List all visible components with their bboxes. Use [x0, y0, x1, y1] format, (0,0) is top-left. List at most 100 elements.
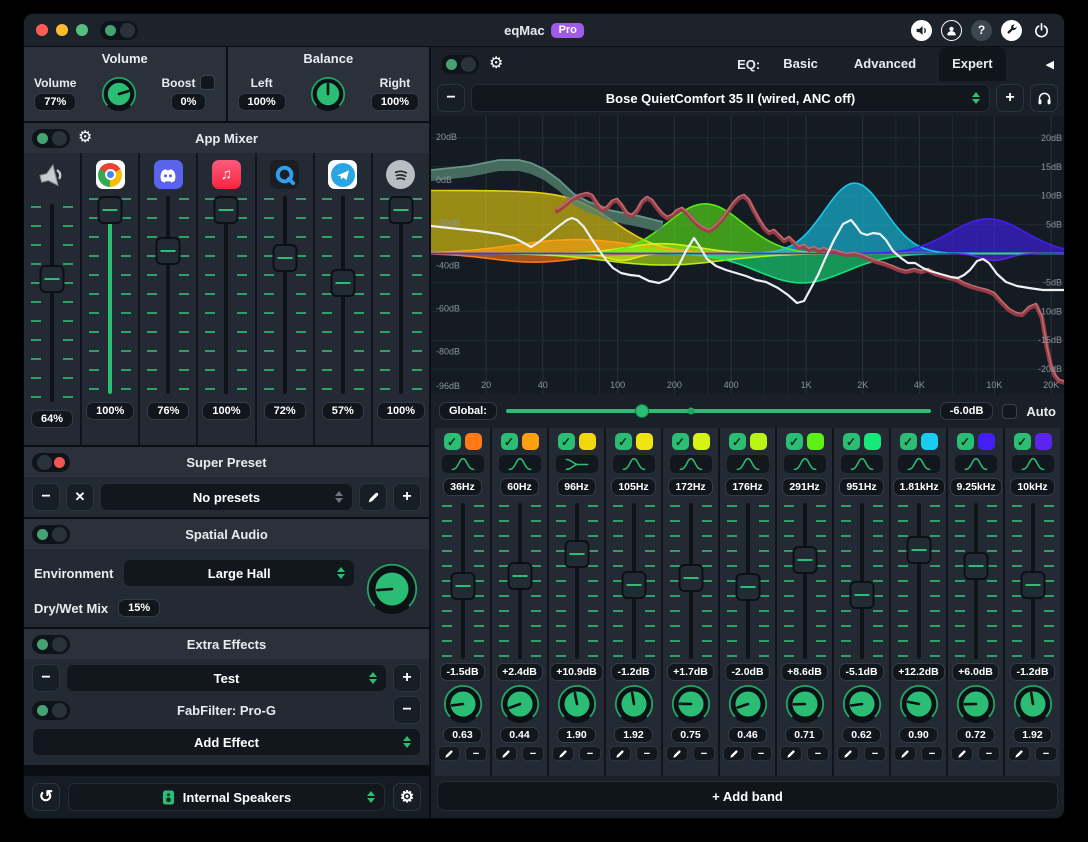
band-frequency-value[interactable]: 36Hz — [443, 478, 482, 496]
band-gain-slider-thumb[interactable] — [678, 564, 703, 592]
band-remove-button[interactable]: − — [579, 746, 601, 761]
band-enabled-checkbox[interactable]: ✓ — [843, 433, 860, 450]
band-gain-value[interactable]: -1.2dB — [1010, 663, 1054, 681]
band-edit-button[interactable] — [951, 746, 973, 761]
band-q-value[interactable]: 0.71 — [785, 727, 823, 743]
band-filter-type-button[interactable] — [669, 454, 713, 474]
discord-volume-value[interactable]: 76% — [147, 402, 189, 420]
tab-advanced[interactable]: Advanced — [841, 47, 929, 81]
band-remove-button[interactable]: − — [465, 746, 487, 761]
auto-gain-checkbox[interactable] — [1002, 404, 1017, 419]
volume-value[interactable]: 77% — [34, 93, 76, 111]
quicktime-volume-value[interactable]: 72% — [264, 402, 306, 420]
band-gain-slider[interactable] — [668, 503, 714, 659]
band-q-knob[interactable] — [670, 683, 712, 725]
band-gain-slider-thumb[interactable] — [735, 573, 760, 601]
band-gain-slider-thumb[interactable] — [963, 552, 988, 580]
eq-preset-remove-button[interactable]: − — [437, 84, 465, 112]
eq-device-dropdown[interactable]: Bose QuietComfort 35 II (wired, ANC off) — [471, 84, 990, 112]
apple-music-volume-slider[interactable] — [203, 196, 249, 394]
band-edit-button[interactable] — [837, 746, 859, 761]
band-q-value[interactable]: 1.92 — [1013, 727, 1051, 743]
collapse-panel-arrow[interactable]: ◀ — [1046, 58, 1054, 71]
band-q-knob[interactable] — [1012, 683, 1054, 725]
eq-graph[interactable]: 20dB0dB-20dB-40dB-60dB-80dB-96dB20dB15dB… — [431, 116, 1064, 394]
band-color-swatch[interactable] — [921, 433, 938, 450]
band-q-value[interactable]: 0.72 — [956, 727, 994, 743]
band-gain-slider-thumb[interactable] — [1020, 571, 1045, 599]
apple-music-volume-slider-thumb[interactable] — [214, 196, 239, 224]
band-q-value[interactable]: 0.44 — [500, 727, 538, 743]
volume-icon[interactable] — [911, 20, 932, 41]
wrench-icon[interactable] — [1001, 20, 1022, 41]
band-remove-button[interactable]: − — [636, 746, 658, 761]
app-mixer-settings-gear-icon[interactable]: ⚙ — [78, 130, 92, 146]
output-device-dropdown[interactable]: Internal Speakers — [68, 783, 385, 811]
band-remove-button[interactable]: − — [807, 746, 829, 761]
preset-add-button[interactable]: + — [393, 483, 421, 511]
eq-settings-gear-icon[interactable]: ⚙ — [489, 56, 503, 72]
band-gain-value[interactable]: +10.9dB — [550, 663, 603, 681]
discord-volume-slider[interactable] — [145, 196, 191, 394]
effect-preset-dropdown[interactable]: Test — [66, 664, 387, 692]
band-edit-button[interactable] — [552, 746, 574, 761]
band-frequency-value[interactable]: 60Hz — [500, 478, 539, 496]
apple-music-volume-value[interactable]: 100% — [202, 402, 250, 420]
boost-checkbox[interactable] — [200, 75, 215, 90]
band-enabled-checkbox[interactable]: ✓ — [900, 433, 917, 450]
close-window-button[interactable] — [36, 24, 48, 36]
band-color-swatch[interactable] — [864, 433, 881, 450]
band-remove-button[interactable]: − — [750, 746, 772, 761]
spotify-volume-slider-thumb[interactable] — [388, 196, 413, 224]
band-enabled-checkbox[interactable]: ✓ — [957, 433, 974, 450]
effect-preset-remove-button[interactable]: − — [32, 664, 60, 692]
telegram-volume-value[interactable]: 57% — [322, 402, 364, 420]
help-icon[interactable]: ? — [971, 20, 992, 41]
band-enabled-checkbox[interactable]: ✓ — [672, 433, 689, 450]
band-gain-value[interactable]: +6.0dB — [952, 663, 999, 681]
band-gain-slider-thumb[interactable] — [564, 540, 589, 568]
band-enabled-checkbox[interactable]: ✓ — [786, 433, 803, 450]
band-q-value[interactable]: 1.92 — [614, 727, 652, 743]
band-filter-type-button[interactable] — [897, 454, 941, 474]
system-audio-volume-value[interactable]: 64% — [31, 410, 73, 428]
spotify-volume-slider[interactable] — [378, 196, 424, 394]
band-filter-type-button[interactable] — [954, 454, 998, 474]
band-gain-slider-thumb[interactable] — [906, 536, 931, 564]
band-edit-button[interactable] — [894, 746, 916, 761]
band-edit-button[interactable] — [666, 746, 688, 761]
band-q-value[interactable]: 0.63 — [443, 727, 481, 743]
band-filter-type-button[interactable] — [840, 454, 884, 474]
band-enabled-checkbox[interactable]: ✓ — [1014, 433, 1031, 450]
discord-volume-slider-thumb[interactable] — [156, 237, 181, 265]
telegram-volume-slider-thumb[interactable] — [330, 269, 355, 297]
chrome-volume-value[interactable]: 100% — [86, 402, 134, 420]
band-enabled-checkbox[interactable]: ✓ — [615, 433, 632, 450]
band-filter-type-button[interactable] — [726, 454, 770, 474]
band-q-knob[interactable] — [556, 683, 598, 725]
balance-right-value[interactable]: 100% — [371, 93, 419, 111]
preset-dropdown[interactable]: No presets — [100, 483, 353, 511]
band-remove-button[interactable]: − — [864, 746, 886, 761]
system-audio-volume-slider-thumb[interactable] — [40, 265, 65, 293]
spotify-volume-value[interactable]: 100% — [377, 402, 425, 420]
account-icon[interactable] — [941, 20, 962, 41]
quicktime-volume-slider-thumb[interactable] — [272, 244, 297, 272]
band-frequency-value[interactable]: 1.81kHz — [893, 478, 945, 496]
global-enable-toggle[interactable] — [100, 21, 138, 40]
band-q-knob[interactable] — [613, 683, 655, 725]
band-gain-slider[interactable] — [839, 503, 885, 659]
band-filter-type-button[interactable] — [783, 454, 827, 474]
effect-enable-toggle[interactable] — [32, 701, 70, 720]
band-q-value[interactable]: 0.75 — [671, 727, 709, 743]
band-frequency-value[interactable]: 105Hz — [611, 478, 655, 496]
band-edit-button[interactable] — [1008, 746, 1030, 761]
band-edit-button[interactable] — [438, 746, 460, 761]
band-remove-button[interactable]: − — [978, 746, 1000, 761]
tab-expert[interactable]: Expert — [939, 47, 1005, 81]
add-band-button[interactable]: + Add band — [437, 781, 1058, 811]
preset-clear-button[interactable]: ✕ — [66, 483, 94, 511]
band-gain-slider-thumb[interactable] — [450, 572, 475, 600]
band-gain-slider[interactable] — [725, 503, 771, 659]
band-remove-button[interactable]: − — [1035, 746, 1057, 761]
